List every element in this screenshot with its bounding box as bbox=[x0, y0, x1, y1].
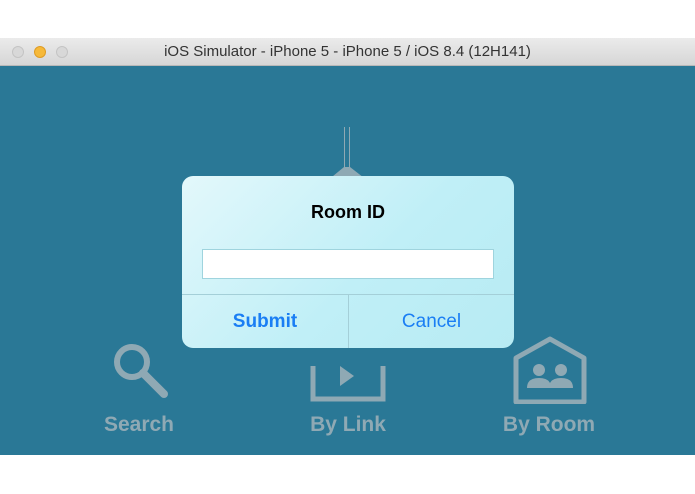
room-id-dialog: Room ID Submit Cancel bbox=[182, 176, 514, 348]
room-id-input[interactable] bbox=[202, 249, 494, 279]
tile-by-link-label: By Link bbox=[310, 413, 386, 436]
app-screen: Search By Link By Room Room ID Submit Ca… bbox=[0, 66, 695, 455]
magnifier-icon bbox=[114, 344, 168, 398]
page-footer-area bbox=[0, 455, 695, 494]
window-title: iOS Simulator - iPhone 5 - iPhone 5 / iO… bbox=[164, 43, 531, 60]
tile-search-label: Search bbox=[103, 413, 175, 436]
tile-by-room-label: By Room bbox=[502, 413, 596, 436]
cancel-button[interactable]: Cancel bbox=[349, 295, 514, 348]
dialog-title: Room ID bbox=[311, 202, 385, 222]
link-screen-icon bbox=[310, 366, 386, 402]
submit-button[interactable]: Submit bbox=[182, 295, 348, 348]
simulator-window: iOS Simulator - iPhone 5 - iPhone 5 / iO… bbox=[0, 38, 695, 455]
room-house-icon bbox=[513, 336, 587, 404]
window-titlebar: iOS Simulator - iPhone 5 - iPhone 5 / iO… bbox=[0, 38, 695, 66]
